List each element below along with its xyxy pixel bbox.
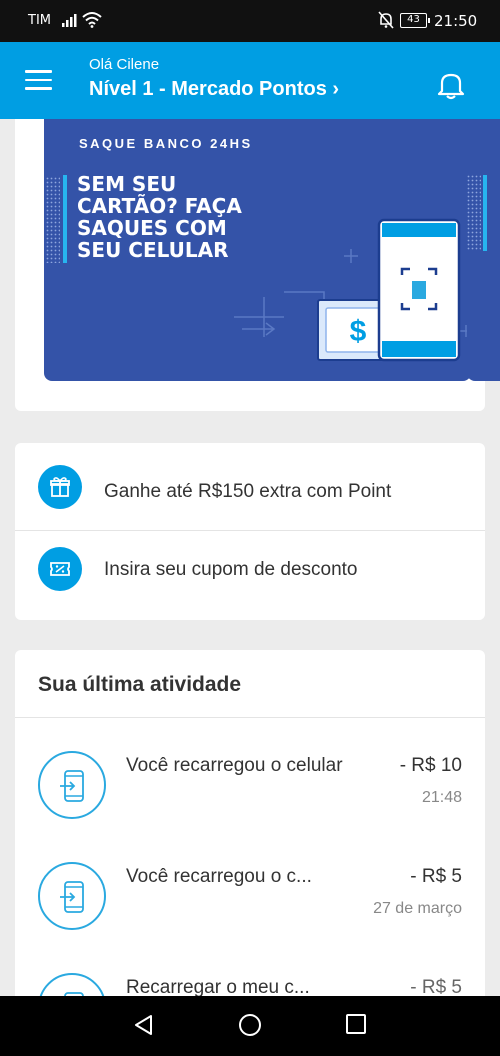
- phone-cash-illustration-icon: $: [234, 218, 469, 362]
- signal-icon: [62, 14, 77, 27]
- phone-recharge-icon: [38, 862, 106, 930]
- activity-amount: - R$ 10: [399, 755, 462, 776]
- activity-item[interactable]: Você recarregou o celular - R$ 10 21:48: [15, 751, 485, 861]
- battery-indicator: 43: [400, 13, 430, 28]
- activity-description: Você recarregou o c...: [126, 866, 312, 887]
- coupon-icon: [38, 547, 82, 591]
- recent-activity-card: Sua última atividade Você recarregou o c…: [15, 650, 485, 1010]
- dot-pattern-decoration: [46, 177, 60, 263]
- hamburger-menu-icon[interactable]: [25, 70, 52, 90]
- status-bar: TIM 43 21:50: [0, 0, 500, 42]
- system-nav-bar: [0, 996, 500, 1056]
- banner-accent-bar: [63, 175, 67, 263]
- level-link[interactable]: Nível 1 - Mercado Pontos ›: [89, 78, 339, 101]
- promo-banner[interactable]: SAQUE BANCO 24HS SEM SEU CARTÃO? FAÇA SA…: [44, 119, 471, 381]
- action-row-coupon[interactable]: Insira seu cupom de desconto: [15, 531, 485, 619]
- quick-actions-card: Ganhe até R$150 extra com Point Insira s…: [15, 443, 485, 620]
- activity-amount: - R$ 5: [410, 866, 462, 887]
- activity-time: 21:48: [421, 789, 462, 806]
- activity-item[interactable]: Você recarregou o c... - R$ 5 27 de març…: [15, 862, 485, 972]
- action-label: Ganhe até R$150 extra com Point: [104, 481, 392, 502]
- activity-description: Você recarregou o celular: [126, 755, 343, 776]
- gift-icon: [38, 465, 82, 509]
- recent-apps-icon[interactable]: [345, 1014, 367, 1036]
- banner-kicker: SAQUE BANCO 24HS: [79, 136, 253, 151]
- action-label: Insira seu cupom de desconto: [104, 559, 358, 580]
- mute-bell-icon: [378, 11, 394, 29]
- banner-carousel-card: SAQUE BANCO 24HS SEM SEU CARTÃO? FAÇA SA…: [15, 119, 485, 411]
- app-header: Olá Cilene Nível 1 - Mercado Pontos ›: [0, 42, 500, 119]
- action-row-point-offer[interactable]: Ganhe até R$150 extra com Point: [15, 443, 485, 531]
- activity-time: 27 de março: [373, 900, 462, 917]
- next-banner-peek[interactable]: [467, 119, 500, 381]
- section-title: Sua última atividade: [38, 673, 242, 696]
- divider: [15, 717, 485, 718]
- notifications-bell-icon[interactable]: [436, 70, 466, 100]
- back-icon[interactable]: [133, 1014, 155, 1036]
- clock: 21:50: [434, 12, 478, 30]
- phone-recharge-icon: [38, 751, 106, 819]
- greeting: Olá Cilene: [89, 56, 160, 73]
- wifi-icon: [82, 12, 102, 28]
- svg-text:$: $: [350, 315, 367, 348]
- carrier-name: TIM: [28, 13, 51, 28]
- home-icon[interactable]: [238, 1014, 262, 1038]
- dot-pattern-decoration: [467, 175, 487, 251]
